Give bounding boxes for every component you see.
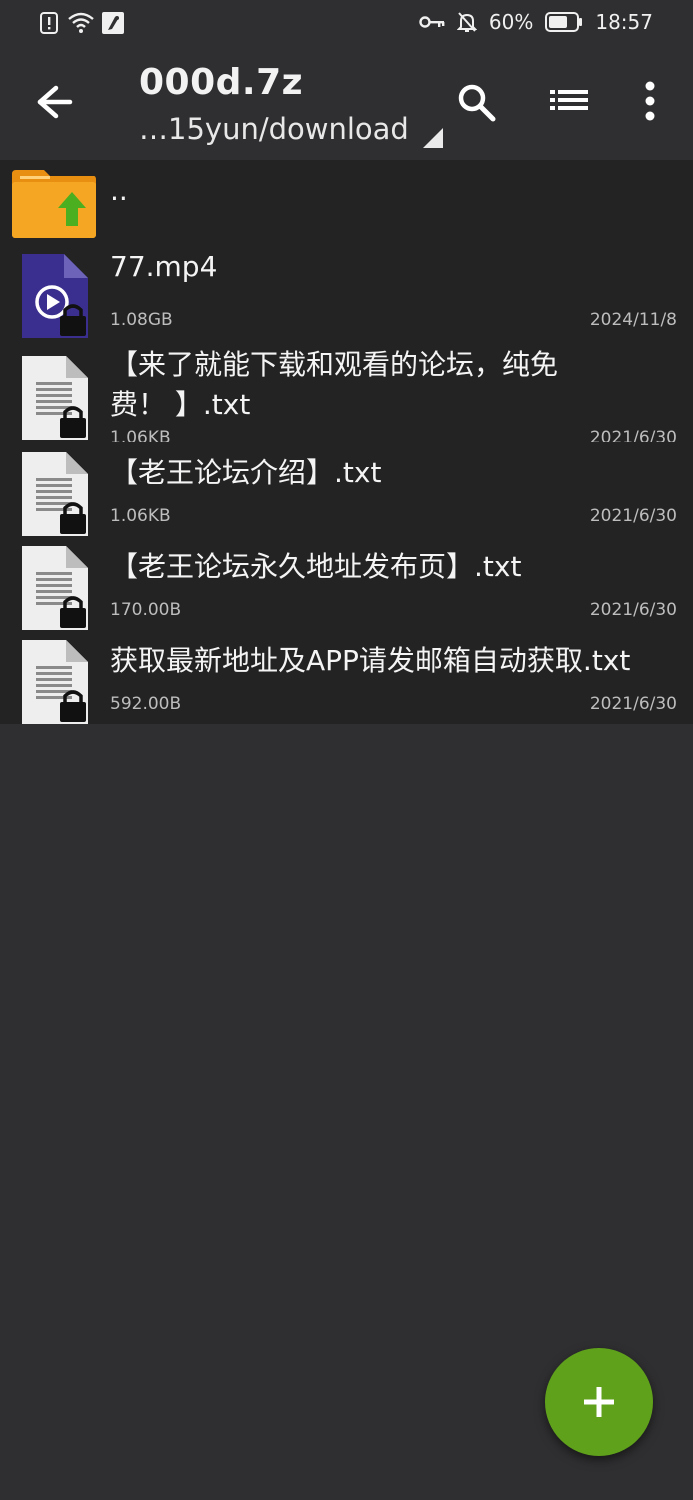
vpn-key-icon	[419, 16, 445, 28]
back-button[interactable]	[30, 82, 78, 122]
app-notification-icon	[102, 12, 124, 34]
arrow-back-icon	[37, 85, 73, 119]
file-date: 2024/11/8	[589, 310, 677, 330]
app-bar: 000d.7z …15yun/download	[0, 50, 693, 156]
battery-percent: 60%	[488, 10, 534, 34]
path-selector[interactable]: …15yun/download	[139, 112, 443, 148]
file-name-line1: 【来了就能下载和观看的论坛，纯免	[110, 348, 559, 381]
wifi-icon	[68, 12, 94, 33]
file-date: 2021/6/30	[589, 694, 677, 714]
text-file-locked-icon	[22, 452, 88, 536]
search-icon	[458, 84, 496, 122]
overflow-menu-button[interactable]	[640, 80, 660, 122]
add-button[interactable]	[545, 1348, 653, 1456]
file-date: 2021/6/30	[589, 600, 677, 620]
list-item-file[interactable]: 获取最新地址及APP请发邮箱自动获取.txt 592.00B 2021/6/30	[0, 630, 693, 724]
text-file-locked-icon	[22, 356, 88, 440]
file-name: 【老王论坛介绍】.txt	[110, 456, 382, 489]
text-file-locked-icon	[22, 640, 88, 724]
file-name: 获取最新地址及APP请发邮箱自动获取.txt	[110, 644, 631, 677]
file-name: 77.mp4	[110, 250, 218, 283]
list-view-icon	[550, 90, 588, 110]
file-date: 2021/6/30	[589, 506, 677, 526]
clock: 18:57	[595, 10, 653, 34]
battery-icon	[545, 12, 583, 32]
file-size: 1.06KB	[110, 506, 171, 526]
folder-up-icon	[12, 170, 96, 238]
status-bar: 60% 18:57	[0, 0, 693, 50]
video-file-icon	[22, 254, 88, 338]
file-list: .. 77.mp4 1.08GB 2024/11/8 【来了就能下载和观看的论坛…	[0, 160, 693, 724]
plus-icon	[584, 1387, 614, 1417]
file-name: 【老王论坛永久地址发布页】.txt	[110, 550, 522, 583]
view-mode-button[interactable]	[550, 88, 590, 118]
list-item-file[interactable]: 【老王论坛介绍】.txt 1.06KB 2021/6/30	[0, 442, 693, 536]
list-item-file[interactable]: 【老王论坛永久地址发布页】.txt 170.00B 2021/6/30	[0, 536, 693, 630]
file-name-line2: 费！ 】.txt	[110, 388, 251, 421]
bell-muted-icon	[456, 12, 477, 32]
list-item-file[interactable]: 77.mp4 1.08GB 2024/11/8	[0, 244, 693, 338]
alert-icon	[40, 12, 58, 34]
file-size: 170.00B	[110, 600, 182, 620]
archive-title: 000d.7z	[139, 62, 304, 103]
list-item-file[interactable]: 【来了就能下载和观看的论坛，纯免 费！ 】.txt 1.06KB 2021/6/…	[0, 338, 693, 448]
search-button[interactable]	[457, 83, 497, 123]
file-size: 592.00B	[110, 694, 182, 714]
file-name: ..	[110, 174, 128, 207]
file-size: 1.08GB	[110, 310, 173, 330]
list-item-parent-folder[interactable]: ..	[0, 160, 693, 244]
dropdown-triangle-icon	[422, 128, 443, 148]
text-file-locked-icon	[22, 546, 88, 630]
path-label: …15yun/download	[139, 112, 409, 146]
more-vert-icon	[645, 81, 655, 121]
